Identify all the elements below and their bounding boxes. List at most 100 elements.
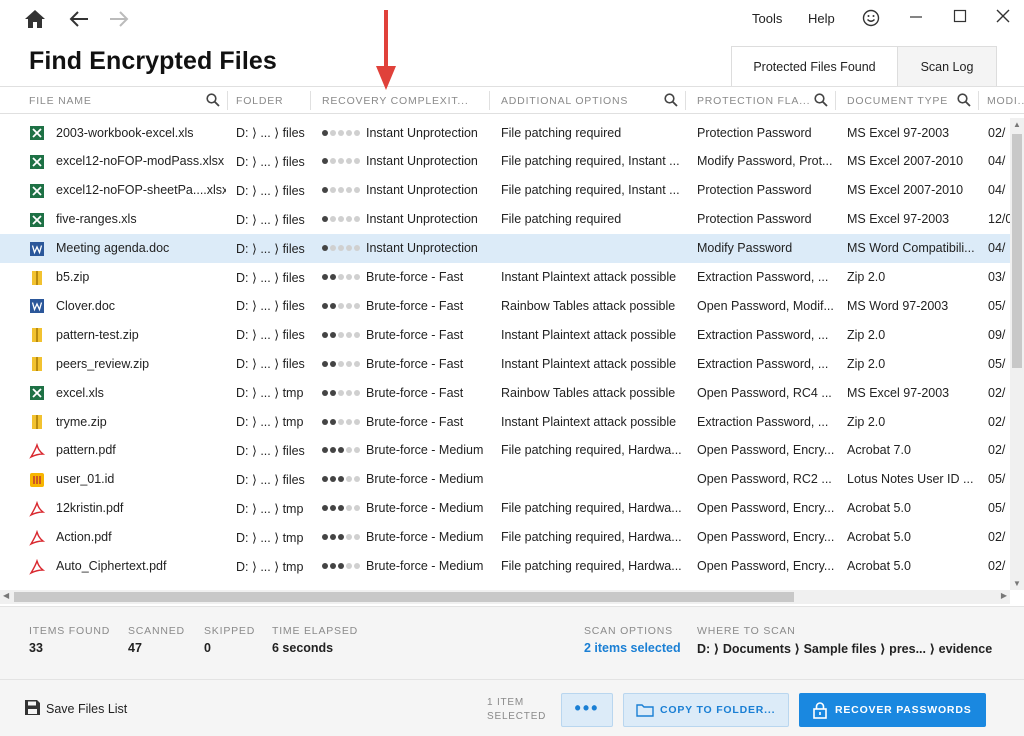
minimize-icon[interactable] (908, 8, 924, 24)
search-icon[interactable] (664, 93, 678, 107)
column-header-folder[interactable]: FOLDER (228, 87, 311, 114)
items-found-value: 33 (29, 641, 43, 655)
search-icon[interactable] (814, 93, 828, 107)
close-icon[interactable] (995, 8, 1011, 24)
protection-flags-cell-text: Open Password, Modif... (697, 298, 834, 313)
complexity-dots (322, 158, 360, 165)
folder-cell-text: D: ⟩ ... ⟩ files (236, 443, 305, 458)
table-row[interactable]: 12kristin.pdf D: ⟩ ... ⟩ tmp Brute-force -… (0, 494, 1010, 523)
zip-icon (32, 328, 42, 343)
file-name-cell-text: excel12-noFOP-modPass.xlsx (56, 154, 225, 169)
table-row[interactable]: Meeting agenda.doc D: ⟩ ... ⟩ files Instan… (0, 233, 1010, 263)
page-title: Find Encrypted Files (29, 47, 277, 75)
complexity-dot (322, 302, 328, 309)
scan-options-link[interactable]: 2 items selected (584, 641, 681, 655)
modified-date-cell: 05/ (988, 465, 1010, 494)
back-arrow-icon[interactable] (68, 9, 90, 29)
where-to-scan-path[interactable]: D: ⟩ Documents ⟩ Sample files ⟩ pres... … (697, 641, 992, 656)
search-icon[interactable] (957, 93, 971, 107)
document-type-cell-text: MS Word Compatibili... (847, 241, 975, 256)
table-row[interactable]: Auto_Ciphertext.pdf D: ⟩ ... ⟩ tmp Brute-f… (0, 552, 1010, 581)
home-icon[interactable] (24, 9, 46, 29)
modified-date-cell: 09/ (988, 320, 1010, 349)
additional-options-cell-text: File patching required, Instant ... (501, 154, 680, 169)
column-header-document-type[interactable]: DOCUMENT TYPE (839, 87, 979, 114)
table-row[interactable]: five-ranges.xls D: ⟩ ... ⟩ files Instant U… (0, 205, 1010, 234)
horizontal-scrollbar[interactable]: ◀ ▶ (0, 590, 1010, 604)
file-name-cell: Auto_Ciphertext.pdf (56, 552, 226, 581)
scrollbar-thumb[interactable] (14, 592, 794, 602)
column-header-recovery-complexity[interactable]: RECOVERY COMPLEXIT... (314, 87, 490, 114)
protection-flags-cell-text: Open Password, RC4 ... (697, 385, 832, 400)
save-files-list-button[interactable]: Save Files List (46, 702, 127, 716)
folder-cell-text: D: ⟩ ... ⟩ files (236, 154, 305, 169)
table-row[interactable]: user_01.id D: ⟩ ... ⟩ files Brute-force - … (0, 465, 1010, 494)
table-row[interactable]: b5.zip D: ⟩ ... ⟩ files Brute-force - Fast… (0, 263, 1010, 292)
folder-cell-text: D: ⟩ ... ⟩ tmp (236, 559, 304, 574)
tab-protected-files-found[interactable]: Protected Files Found (731, 46, 898, 86)
modified-date-cell-text: 05/ (988, 501, 1006, 516)
vertical-scrollbar[interactable]: ▲ ▼ (1010, 118, 1024, 590)
forward-arrow-icon[interactable] (108, 9, 130, 29)
table-row[interactable]: Clover.doc D: ⟩ ... ⟩ files Brute-force - … (0, 291, 1010, 320)
complexity-dot (322, 563, 328, 569)
protection-flags-cell-text: Open Password, Encry... (697, 501, 835, 516)
pdf-icon (29, 529, 45, 546)
protection-flags-cell-text: Extraction Password, ... (697, 270, 829, 284)
table-row[interactable]: peers_review.zip D: ⟩ ... ⟩ files Brute-fo… (0, 349, 1010, 378)
lotus-icon (30, 472, 44, 487)
document-type-cell: MS Excel 2007-2010 (847, 147, 977, 176)
folder-cell-text: D: ⟩ ... ⟩ files (236, 241, 305, 256)
more-options-button[interactable]: ••• (561, 693, 613, 727)
recover-passwords-button[interactable]: RECOVER PASSWORDS (799, 693, 986, 727)
modified-date-cell-text: 05/ (988, 356, 1006, 371)
column-header-modified[interactable]: MODI... (979, 87, 1024, 114)
table-row[interactable]: excel12-noFOP-modPass.xlsx D: ⟩ ... ⟩ fil… (0, 147, 1010, 176)
tab-scan-log[interactable]: Scan Log (898, 46, 997, 86)
recover-passwords-label: RECOVER PASSWORDS (835, 704, 972, 716)
modified-date-cell: 02/ (988, 436, 1010, 465)
table-row[interactable]: pattern-test.zip D: ⟩ ... ⟩ files Brute-fo… (0, 320, 1010, 349)
document-type-cell-text: Lotus Notes User ID ... (847, 472, 974, 487)
table-row[interactable]: tryme.zip D: ⟩ ... ⟩ tmp Brute-force - Fas… (0, 407, 1010, 436)
scroll-right-icon[interactable]: ▶ (1001, 591, 1007, 600)
table-row[interactable]: pattern.pdf D: ⟩ ... ⟩ files Brute-force -… (0, 436, 1010, 465)
maximize-icon[interactable] (952, 8, 968, 24)
scroll-left-icon[interactable]: ◀ (3, 591, 9, 600)
scroll-down-icon[interactable]: ▼ (1013, 579, 1021, 588)
complexity-dot (354, 331, 360, 338)
protection-flags-cell-text: Protection Password (697, 183, 812, 198)
feedback-smiley-icon[interactable] (862, 9, 880, 27)
additional-options-cell-text: File patching required, Hardwa... (501, 559, 682, 573)
column-header-protection-flags[interactable]: PROTECTION FLA... (689, 87, 836, 114)
column-header-label: DOCUMENT TYPE (847, 94, 949, 107)
scrollbar-thumb[interactable] (1012, 134, 1022, 368)
additional-options-cell: File patching required (501, 205, 683, 234)
complexity-dot (322, 129, 328, 136)
modified-date-cell-text: 04/ (988, 241, 1006, 256)
menu-help[interactable]: Help (808, 11, 835, 26)
column-header-file-name[interactable]: FILE NAME (21, 87, 228, 114)
copy-to-folder-button[interactable]: COPY TO FOLDER... (623, 693, 789, 727)
file-name-cell-text: peers_review.zip (56, 356, 150, 371)
protection-flags-cell-text: Extraction Password, ... (697, 327, 829, 342)
menu-tools[interactable]: Tools (752, 11, 782, 26)
complexity-dot (354, 129, 360, 136)
document-type-cell: Acrobat 5.0 (847, 523, 977, 552)
document-type-cell-text: Zip 2.0 (847, 414, 886, 429)
table-row[interactable]: Action.pdf D: ⟩ ... ⟩ tmp Brute-force - Me… (0, 523, 1010, 552)
time-elapsed-value: 6 seconds (272, 641, 334, 655)
folder-cell-text: D: ⟩ ... ⟩ files (236, 212, 305, 227)
file-name-cell-text: excel.xls (56, 385, 104, 400)
protection-flags-cell: Extraction Password, ... (697, 407, 835, 436)
column-header-additional-options[interactable]: ADDITIONAL OPTIONS (493, 87, 686, 114)
excel-icon (30, 183, 44, 198)
search-icon[interactable] (206, 93, 220, 107)
scroll-up-icon[interactable]: ▲ (1013, 120, 1021, 129)
save-icon[interactable] (24, 699, 41, 716)
complexity-dots (322, 245, 360, 252)
table-row[interactable]: 2003-workbook-excel.xls D: ⟩ ... ⟩ files I… (0, 118, 1010, 147)
table-row[interactable]: excel12-noFOP-sheetPa....xlsx D: ⟩ ... ⟩ … (0, 176, 1010, 205)
table-row[interactable]: excel.xls D: ⟩ ... ⟩ tmp Brute-force - Fas… (0, 378, 1010, 407)
additional-options-cell: Instant Plaintext attack possible (501, 263, 683, 292)
